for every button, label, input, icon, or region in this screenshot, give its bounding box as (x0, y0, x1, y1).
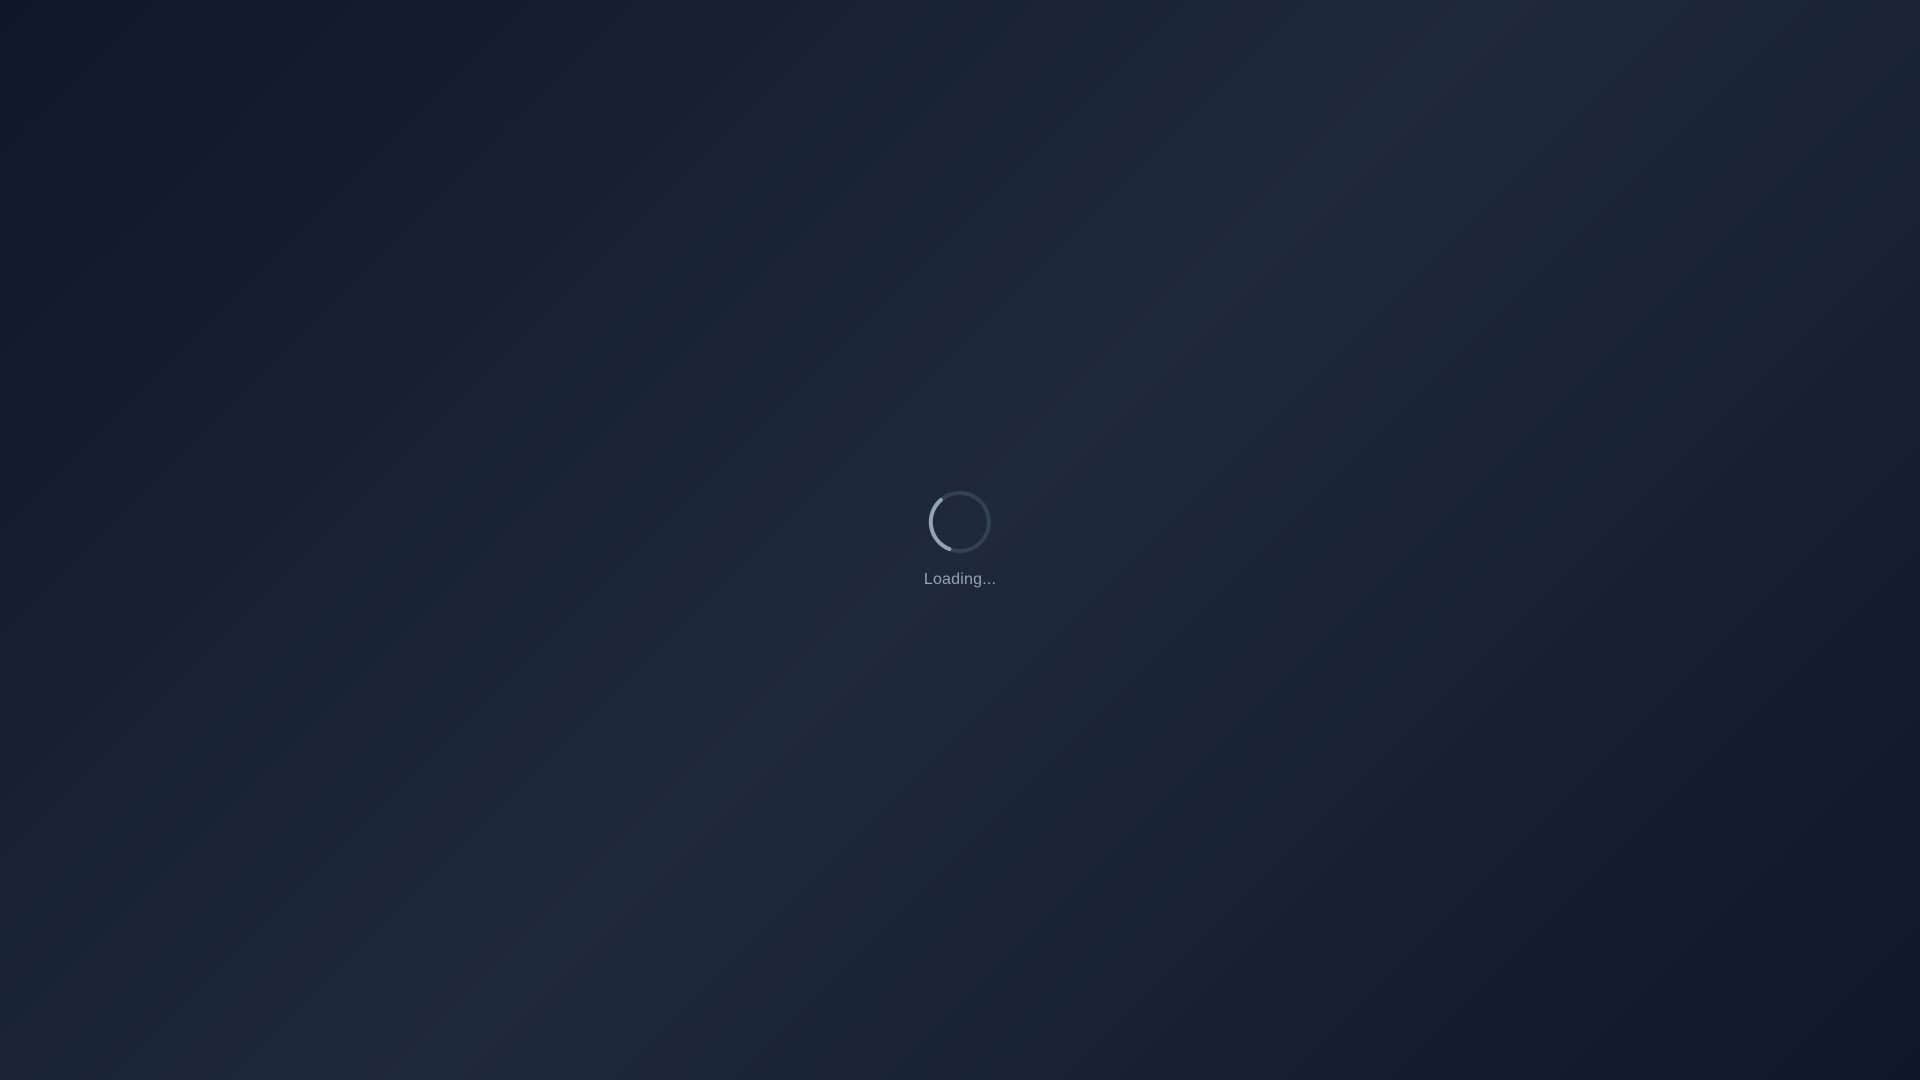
loading-screen: Loading... (0, 0, 1920, 1080)
loader: Loading... (924, 490, 996, 590)
loading-spinner-icon (928, 490, 992, 554)
loading-text: Loading... (923, 571, 997, 588)
